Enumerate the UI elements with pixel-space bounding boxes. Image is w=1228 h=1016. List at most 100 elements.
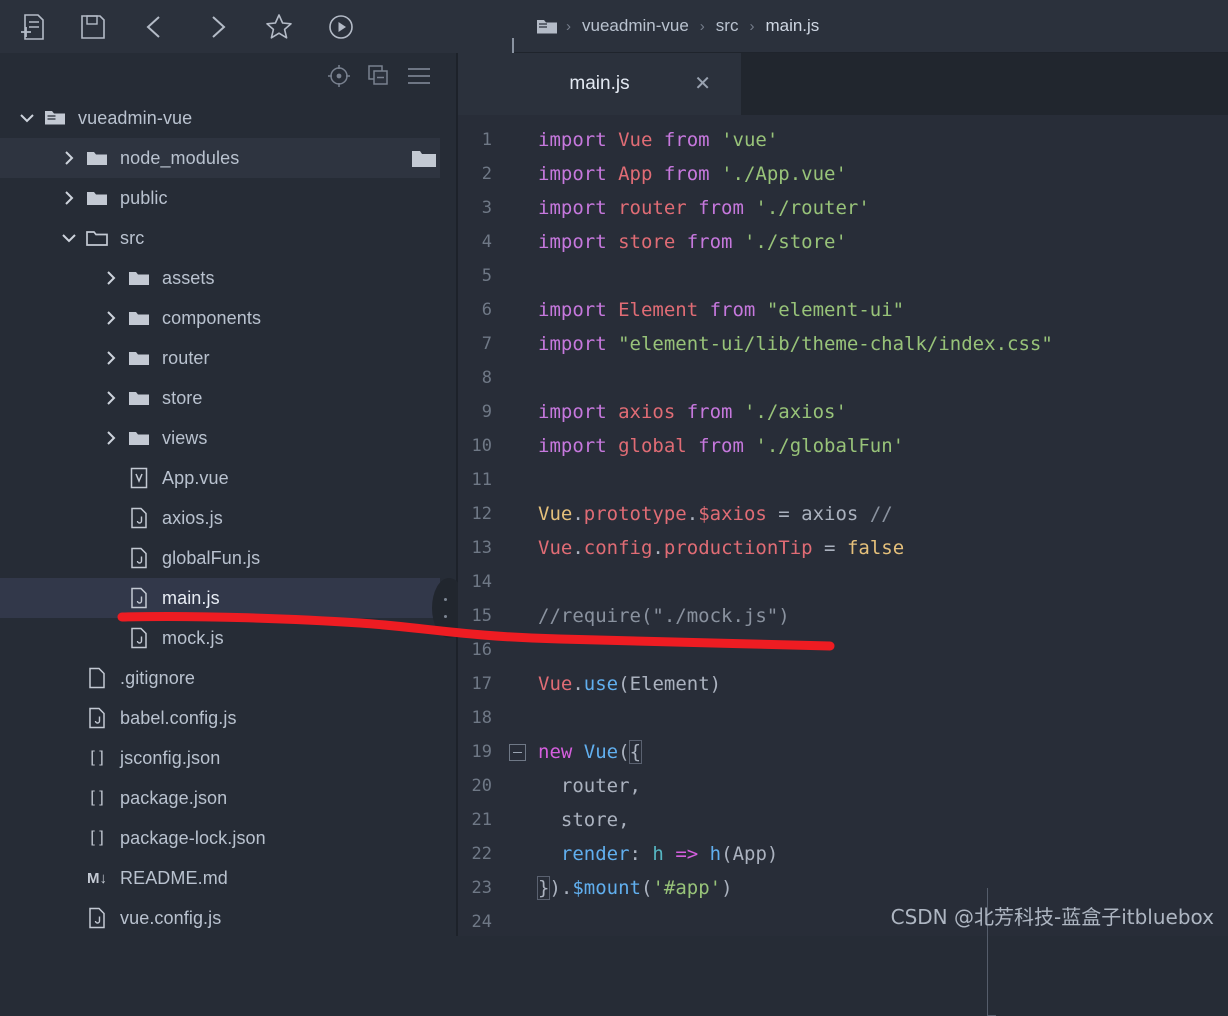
menu-icon[interactable]	[399, 59, 439, 93]
tree-row-label: README.md	[120, 867, 228, 888]
chevron-down-icon[interactable]	[14, 109, 40, 127]
code-text: import axios from './axios'	[528, 401, 847, 423]
code-token: .	[572, 537, 584, 559]
matching-bracket: }	[536, 876, 551, 900]
code-text: router,	[528, 775, 641, 797]
tree-row[interactable]: M↓ README.md	[0, 858, 457, 898]
tree-row[interactable]: App.vue	[0, 458, 457, 498]
code-line: 6 import Element from "element-ui"	[458, 293, 1228, 327]
chevron-right-icon[interactable]	[56, 189, 82, 207]
fold-gutter[interactable]	[506, 743, 528, 761]
chevron-right-icon[interactable]	[98, 309, 124, 327]
code-line: 15 //require("./mock.js")	[458, 599, 1228, 633]
tree-row[interactable]: components	[0, 298, 457, 338]
watermark: CSDN @北芳科技-蓝盒子itbluebox	[890, 905, 1214, 929]
line-number: 8	[481, 368, 492, 388]
tab-main-js[interactable]: main.js ✕	[458, 53, 741, 115]
fold-collapse-icon[interactable]	[508, 743, 526, 761]
tree-row-label: mock.js	[162, 627, 224, 648]
tree-row[interactable]: src	[0, 218, 457, 258]
line-number: 13	[471, 538, 492, 558]
back-arrow-icon[interactable]	[124, 1, 186, 53]
chevron-down-icon[interactable]	[56, 229, 82, 247]
tree-row-label: components	[162, 307, 262, 328]
tree-row[interactable]: store	[0, 378, 457, 418]
breadcrumb-item-project[interactable]: vueadmin-vue	[573, 16, 698, 36]
code-token: .	[572, 503, 584, 525]
locate-target-icon[interactable]	[319, 59, 359, 93]
chevron-right-icon[interactable]	[98, 429, 124, 447]
chevron-right-icon[interactable]	[98, 269, 124, 287]
chevron-right-icon[interactable]	[98, 349, 124, 367]
tree-row[interactable]: router	[0, 338, 457, 378]
folder-icon	[124, 269, 154, 287]
tree-row-label: globalFun.js	[162, 547, 261, 568]
code-token: Vue	[618, 129, 653, 151]
code-text: import store from './store'	[528, 231, 847, 253]
code-line: 17 Vue.use(Element)	[458, 667, 1228, 701]
tree-row[interactable]: mock.js	[0, 618, 457, 658]
chevron-right-icon[interactable]	[98, 389, 124, 407]
code-token: .	[572, 673, 584, 695]
chevron-right-icon[interactable]	[56, 149, 82, 167]
tree-row[interactable]: babel.config.js	[0, 698, 457, 738]
collapse-all-icon[interactable]	[359, 59, 399, 93]
tree-row[interactable]: assets	[0, 258, 457, 298]
code-line: 1 import Vue from 'vue'	[458, 123, 1228, 157]
tree-row[interactable]: public	[0, 178, 457, 218]
code-token: axios	[618, 401, 676, 423]
code-token: Element	[629, 673, 710, 695]
forward-arrow-icon[interactable]	[186, 1, 248, 53]
tree-row[interactable]: main.js	[0, 578, 457, 618]
breadcrumb-caret	[512, 38, 514, 54]
code-token: //require("./mock.js")	[538, 605, 790, 627]
tree-row[interactable]: [ ] package.json	[0, 778, 457, 818]
code-token: from	[663, 129, 710, 151]
star-icon[interactable]	[248, 1, 310, 53]
tree-row[interactable]: .gitignore	[0, 658, 457, 698]
tree-row[interactable]: vueadmin-vue	[0, 98, 457, 138]
code-text: Vue.prototype.$axios = axios //	[528, 503, 893, 525]
code-token: .	[686, 503, 699, 525]
tree-row[interactable]: axios.js	[0, 498, 457, 538]
code-token: from	[686, 401, 733, 423]
code-token: h	[709, 843, 722, 865]
code-line: 8	[458, 361, 1228, 395]
code-token: new	[538, 741, 573, 763]
breadcrumb-item-file[interactable]: main.js	[756, 16, 828, 36]
code-text: render: h => h(App)	[528, 843, 778, 865]
line-number: 11	[471, 470, 492, 490]
run-icon[interactable]	[310, 1, 372, 53]
code-token: "element-ui"	[766, 299, 905, 321]
tree-row[interactable]: globalFun.js	[0, 538, 457, 578]
code-content[interactable]: 1 import Vue from 'vue' 2 import App from '…	[458, 115, 1228, 1016]
tree-row[interactable]: [ ] jsconfig.json	[0, 738, 457, 778]
line-number: 10	[471, 436, 492, 456]
breadcrumb-separator: ›	[566, 17, 571, 35]
code-token: import	[538, 299, 619, 321]
file-tree: vueadmin-vue node_modulespublic src assets c…	[0, 98, 457, 936]
breadcrumb-item-src[interactable]: src	[707, 16, 748, 36]
tree-row-label: public	[120, 187, 168, 208]
tree-row[interactable]: node_modules	[0, 138, 457, 178]
close-icon[interactable]: ✕	[694, 74, 711, 94]
code-token: './router'	[755, 197, 870, 219]
tree-row-label: jsconfig.json	[120, 747, 221, 768]
code-token: import	[538, 333, 619, 355]
code-text: import router from './router'	[528, 197, 870, 219]
line-number: 16	[471, 640, 492, 660]
new-file-icon[interactable]	[0, 1, 62, 53]
save-icon[interactable]	[62, 1, 124, 53]
tree-row-label: vueadmin-vue	[78, 107, 193, 128]
code-token: './globalFun'	[755, 435, 905, 457]
tree-row[interactable]: views	[0, 418, 457, 458]
tab-label: main.js	[569, 73, 630, 94]
line-number: 9	[481, 402, 492, 422]
tree-row[interactable]: vue.config.js	[0, 898, 457, 936]
line-number: 15	[471, 606, 492, 626]
code-text: import global from './globalFun'	[528, 435, 904, 457]
tree-row[interactable]: [ ] package-lock.json	[0, 818, 457, 858]
code-token: Vue	[538, 673, 573, 695]
